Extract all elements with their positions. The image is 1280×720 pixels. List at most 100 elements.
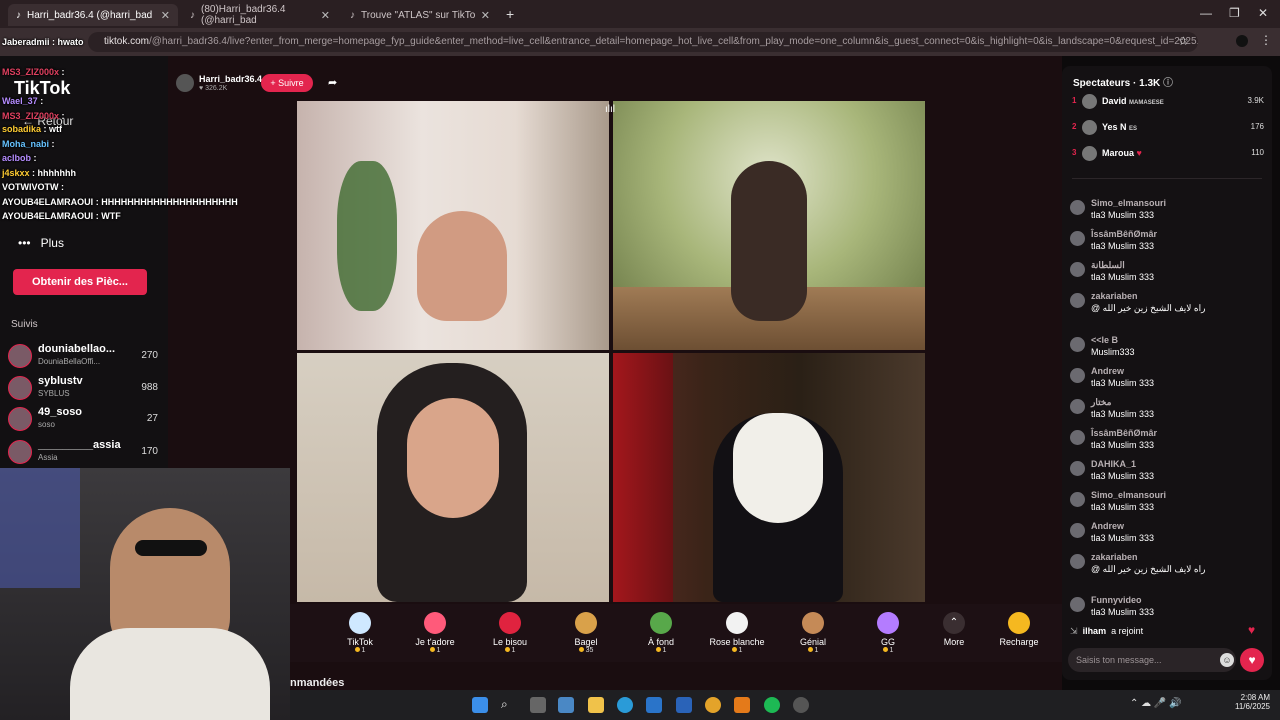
coin-icon (882, 647, 888, 652)
webcam-overlay (0, 468, 290, 720)
profile-avatar[interactable] (1236, 35, 1248, 47)
avatar (1070, 262, 1085, 277)
overlay-chat-user: MS3_ZIZ000x (2, 111, 60, 121)
guest-video-3 (297, 353, 609, 602)
avatar (1070, 368, 1085, 383)
close-tab-icon[interactable]: ✕ (161, 9, 170, 22)
folder-icon[interactable] (588, 697, 604, 713)
info-icon[interactable]: ⓘ (1163, 78, 1173, 89)
overlay-chat-message: : WTF (95, 211, 121, 221)
heart-icon: ♥ (1248, 623, 1256, 637)
bagel-gift-icon (575, 612, 597, 634)
gift-item[interactable]: GG 1 (853, 608, 923, 654)
following-item[interactable]: 49_soso soso 27 (8, 405, 158, 433)
top-viewer[interactable]: 1 David MAMASESE 3.9K (1068, 92, 1266, 112)
search-icon[interactable]: ⌕ (501, 697, 517, 713)
like-heart-button[interactable]: ♥ (1240, 648, 1264, 672)
top-viewer[interactable]: 3 Maroua ♥ 110 (1068, 144, 1266, 164)
guest-video-2 (613, 101, 925, 350)
avatar (1070, 554, 1085, 569)
get-coins-button[interactable]: Obtenir des Pièc... (13, 269, 147, 295)
gift-item[interactable]: Génial 1 (778, 608, 848, 654)
gift-item[interactable]: TikTok 1 (325, 608, 395, 654)
gift-item[interactable]: À fond 1 (626, 608, 696, 654)
browser-tab[interactable]: ♪ (80)Harri_badr36.4 (@harri_bad ✕ (182, 4, 338, 26)
more-menu[interactable]: ••• Plus (18, 236, 64, 250)
close-tab-icon[interactable]: ✕ (321, 9, 330, 22)
gg-gift-icon (877, 612, 899, 634)
avatar (1070, 430, 1085, 445)
share-icon[interactable]: ➦ (328, 76, 337, 89)
overlay-chat-line: Jaberadmii : hwato (2, 37, 84, 47)
top-viewer[interactable]: 2 Yes N ES 176 (1068, 118, 1266, 138)
bookmark-star-icon[interactable]: ☆ (1178, 34, 1189, 48)
flag-figure (613, 353, 673, 602)
browser-tab[interactable]: ♪ Harri_badr36.4 (@harri_bad ✕ (8, 4, 178, 26)
app-icon[interactable] (793, 697, 809, 713)
overlay-chat-user: sobadika (2, 124, 42, 134)
avatar (1070, 492, 1085, 507)
overlay-chat-line: sobadika : wtf (2, 124, 62, 134)
clock[interactable]: 2:08 AM 11/6/2025 (1235, 693, 1270, 711)
coin-icon (655, 647, 661, 652)
tiktok-gift-icon (349, 612, 371, 634)
close-tab-icon[interactable]: ✕ (481, 9, 490, 22)
app-icon[interactable] (734, 697, 750, 713)
edge-icon[interactable] (617, 697, 633, 713)
gift-item[interactable]: Rose blanche 1 (702, 608, 772, 654)
viewers-title: Spectateurs · 1.3K ⓘ (1073, 78, 1174, 89)
minimize-icon[interactable]: — (1200, 6, 1212, 20)
avatar (1070, 523, 1085, 538)
face-figure (407, 398, 499, 518)
tshirt-figure (70, 628, 270, 720)
overlay-chat-line: Wael_37 : (2, 96, 43, 106)
overlay-chat-message: : (33, 153, 37, 163)
menu-dots-icon[interactable]: ⋮ (1260, 33, 1272, 47)
join-icon: ⇲ (1070, 626, 1078, 636)
chat-input[interactable]: Saisis ton message... ☺ (1068, 648, 1236, 672)
url-field[interactable]: tiktok.com/@harri_badr36.4/live?enter_fr… (88, 32, 1198, 52)
recharge-button[interactable]: Recharge (984, 608, 1054, 647)
spotify-icon[interactable] (764, 697, 780, 713)
overlay-chat-user: Moha_nabi (2, 139, 50, 149)
close-window-icon[interactable]: ✕ (1258, 6, 1268, 20)
coin-icon (578, 647, 584, 652)
person-figure (417, 211, 507, 321)
monitor-figure (0, 468, 80, 588)
chrome-icon[interactable] (705, 697, 721, 713)
viewers-chat-panel: Spectateurs · 1.3K ⓘ 1 David MAMASESE 3.… (1062, 66, 1272, 680)
overlay-chat-message: : HHHHHHHHHHHHHHHHHHHHH (95, 197, 238, 207)
follow-button[interactable]: + Suivre (261, 74, 313, 92)
audio-bars-icon[interactable]: ılıl (605, 104, 615, 115)
avatar (1070, 200, 1085, 215)
task-view-icon[interactable] (530, 697, 546, 713)
overlay-chat-line: VOTWIVOTW : (2, 182, 64, 192)
start-icon[interactable] (472, 697, 488, 713)
overlay-chat-user: AYOUB4ELAMRAOUI (2, 211, 94, 221)
join-notice: ⇲ ilham a rejoint (1070, 626, 1144, 636)
overlay-chat-line: aclbob : (2, 153, 37, 163)
gift-item[interactable]: Le bisou 1 (475, 608, 545, 654)
emoji-icon[interactable]: ☺ (1220, 653, 1234, 667)
mail-icon[interactable] (676, 697, 692, 713)
following-item[interactable]: douniabellao... DouniaBellaOffi... 270 (8, 342, 158, 370)
mask-figure (733, 413, 823, 523)
system-tray-icon[interactable]: ⌃ ☁ 🎤 🔊 (1130, 698, 1182, 709)
avatar (1070, 293, 1085, 308)
browser-tab[interactable]: ♪ Trouve "ATLAS" sur TikTok | Rec ✕ (342, 4, 498, 26)
gift-item[interactable]: Je t'adore 1 (400, 608, 470, 654)
windows-taskbar: ⌕ ⌃ ☁ 🎤 🔊 2:08 AM 11/6/2025 (290, 690, 1280, 720)
avatar (1070, 231, 1085, 246)
following-item[interactable]: syblustv SYBLUS 988 (8, 374, 158, 402)
avatar (1082, 94, 1097, 109)
new-tab-icon[interactable]: + (506, 6, 514, 22)
settings-icon[interactable] (558, 697, 574, 713)
maximize-icon[interactable]: ❐ (1229, 6, 1240, 20)
coin-icon (354, 647, 360, 652)
gift-item[interactable]: Bagel 35 (551, 608, 621, 654)
overlay-chat-message: : (61, 111, 65, 121)
store-icon[interactable] (646, 697, 662, 713)
lips-gift-icon (499, 612, 521, 634)
following-item[interactable]: _________assia Assia 170 (8, 438, 158, 466)
more-gifts-button[interactable]: ⌃ More (919, 608, 989, 647)
